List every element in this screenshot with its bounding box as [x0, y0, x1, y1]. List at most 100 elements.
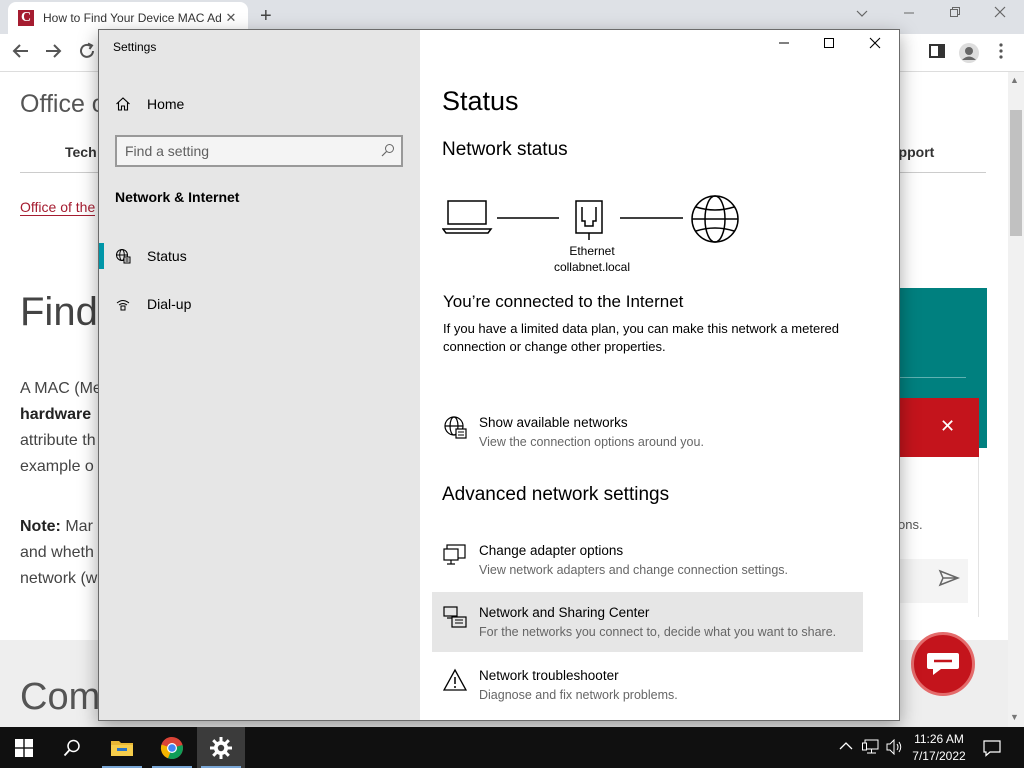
site-title[interactable]: Office o	[20, 90, 106, 119]
browser-menu-icon[interactable]	[998, 42, 1004, 65]
minimize-icon[interactable]	[761, 37, 807, 57]
nav-tech[interactable]: Tech	[65, 144, 97, 160]
domain-label: collabnet.local	[553, 260, 631, 274]
connected-title: You’re connected to the Internet	[443, 292, 684, 311]
browser-restore-icon[interactable]	[949, 5, 961, 21]
chrome-icon	[160, 736, 183, 759]
back-icon[interactable]	[12, 42, 30, 65]
tray-expand-icon[interactable]	[839, 739, 853, 754]
taskbar-settings[interactable]	[197, 727, 245, 768]
row-subtitle: Diagnose and fix network problems.	[479, 688, 678, 702]
sidebar-item-dialup[interactable]: Dial-up	[99, 291, 420, 317]
para-line: hardware	[20, 406, 92, 423]
side-panel-icon[interactable]	[928, 42, 946, 65]
scroll-down-icon[interactable]: ▼	[1010, 712, 1019, 722]
note-label: Note:	[20, 518, 61, 535]
para-line: attribute th	[20, 432, 96, 449]
settings-content: Status Network status Ethernet collabnet…	[420, 30, 899, 720]
section-title: Network & Internet	[115, 189, 240, 205]
settings-sidebar: Settings Home Network & Internet Status	[99, 30, 420, 720]
chat-launcher-button[interactable]	[911, 632, 975, 696]
change-adapter-options-link[interactable]: Change adapter options View network adap…	[432, 530, 863, 590]
home-label: Home	[147, 96, 185, 112]
advanced-settings-heading: Advanced network settings	[442, 484, 670, 505]
show-available-networks-link[interactable]: Show available networks View the connect…	[432, 402, 863, 462]
page-title: Status	[442, 86, 519, 116]
network-diagram	[442, 195, 739, 243]
start-button[interactable]	[0, 727, 48, 768]
forward-icon[interactable]	[44, 42, 62, 65]
row-title: Show available networks	[479, 415, 628, 430]
settings-gear-icon	[210, 736, 232, 759]
system-clock[interactable]: 11:26 AM 7/17/2022	[900, 731, 978, 765]
para-line: A MAC (Me	[20, 380, 102, 397]
notifications-icon[interactable]	[983, 739, 1001, 760]
network-sharing-center-link[interactable]: Network and Sharing Center For the netwo…	[432, 592, 863, 652]
window-title: Settings	[113, 40, 157, 54]
breadcrumb[interactable]: Office of the	[20, 199, 96, 216]
find-setting-search[interactable]	[115, 135, 403, 167]
scrollbar-thumb[interactable]	[1010, 110, 1022, 236]
row-title: Change adapter options	[479, 543, 624, 558]
home-nav[interactable]: Home	[115, 92, 405, 116]
maximize-icon[interactable]	[806, 37, 852, 57]
warning-triangle-icon	[442, 667, 468, 693]
chat-close-icon[interactable]: ✕	[940, 416, 955, 437]
ethernet-icon	[575, 200, 603, 240]
reload-icon[interactable]	[78, 42, 96, 65]
para-line: network (w	[20, 570, 98, 587]
para-line: Mar	[60, 518, 93, 535]
taskbar: 11:26 AM 7/17/2022	[0, 727, 1024, 768]
row-title: Network troubleshooter	[479, 668, 619, 683]
windows-start-icon	[15, 738, 33, 757]
search-input[interactable]	[125, 141, 375, 161]
note-paragraph: Note: Mar and wheth network (w	[20, 514, 97, 592]
tab-title: How to Find Your Device MAC Ad	[43, 11, 222, 25]
close-icon[interactable]	[852, 37, 898, 57]
taskbar-file-explorer[interactable]	[98, 727, 146, 768]
chat-alert-banner	[896, 398, 979, 457]
para-line: example o	[20, 458, 94, 475]
row-subtitle: View network adapters and change connect…	[479, 563, 788, 577]
internet-globe-icon	[691, 195, 739, 243]
network-troubleshooter-link[interactable]: Network troubleshooter Diagnose and fix …	[432, 655, 863, 715]
settings-window: Settings Home Network & Internet Status	[98, 29, 900, 721]
clock-time: 11:26 AM	[914, 732, 964, 746]
clock-date: 7/17/2022	[912, 749, 966, 763]
tab-close-icon[interactable]: ✕	[224, 10, 238, 26]
browser-minimize-icon[interactable]	[903, 5, 915, 21]
adapter-icon	[442, 542, 468, 568]
chat-text: ons.	[898, 517, 923, 532]
site-favicon: C	[18, 10, 34, 26]
sidebar-item-label: Status	[147, 248, 187, 264]
taskbar-chrome[interactable]	[148, 727, 196, 768]
para-line: and wheth	[20, 544, 94, 561]
send-icon[interactable]	[938, 569, 961, 593]
taskbar-search-button[interactable]	[48, 727, 96, 768]
row-subtitle: View the connection options around you.	[479, 435, 704, 449]
article-paragraph: A MAC (Me hardware attribute th example …	[20, 376, 102, 480]
globe-network-icon	[442, 414, 468, 440]
sidebar-item-label: Dial-up	[147, 296, 192, 312]
chat-header-divider	[896, 377, 966, 378]
new-tab-button[interactable]: +	[260, 5, 272, 28]
tab-search-icon[interactable]	[856, 5, 868, 21]
scroll-up-icon[interactable]: ▲	[1010, 75, 1019, 85]
sidebar-item-status[interactable]: Status	[99, 243, 420, 269]
selected-indicator	[99, 243, 104, 269]
profile-avatar-icon[interactable]	[958, 42, 980, 69]
dialup-icon	[115, 296, 133, 312]
ethernet-caption: Ethernet collabnet.local	[552, 243, 632, 275]
sharing-center-icon	[442, 604, 468, 630]
ethernet-label: Ethernet	[569, 244, 615, 258]
search-icon[interactable]	[381, 143, 395, 162]
globe-icon	[115, 248, 133, 264]
network-tray-icon[interactable]	[862, 739, 880, 758]
row-title: Network and Sharing Center	[479, 605, 650, 620]
network-status-heading: Network status	[442, 139, 568, 160]
row-subtitle: For the networks you connect to, decide …	[479, 625, 837, 639]
browser-close-icon[interactable]	[994, 5, 1006, 21]
search-icon	[63, 739, 80, 756]
article-heading: Find	[20, 290, 98, 334]
laptop-icon	[442, 200, 493, 234]
